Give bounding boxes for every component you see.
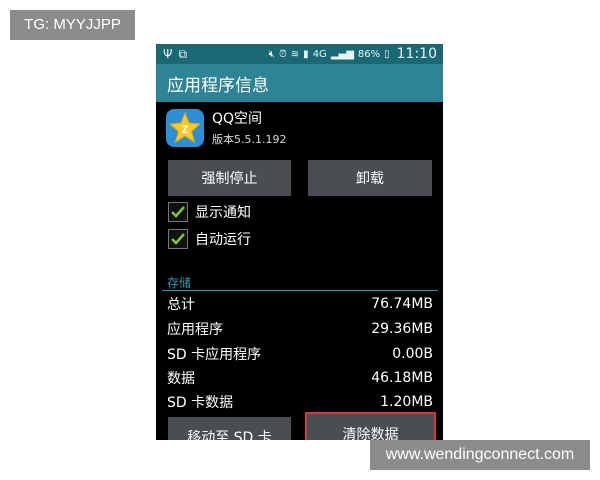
svg-text:Z: Z	[182, 124, 189, 136]
storage-value: 29.36MB	[371, 321, 433, 337]
checkmark-icon	[168, 229, 188, 249]
storage-value: 1.20MB	[380, 394, 433, 410]
show-notifications-checkbox[interactable]: 显示通知	[168, 202, 251, 222]
storage-label: 数据	[167, 371, 195, 387]
sim-icon: ▮	[303, 48, 309, 60]
force-stop-button[interactable]: 强制停止	[168, 160, 291, 196]
watermark-top: TG: MYYJJPP	[10, 10, 135, 40]
app-name: QQ空间	[212, 111, 263, 127]
qzone-star-icon: Z	[166, 108, 204, 147]
usb-icon: Ψ	[163, 47, 173, 61]
storage-row-sd-app: SD 卡应用程序 0.00B	[167, 342, 433, 366]
signal-icon: ▂▄▆	[330, 48, 354, 60]
battery-percent: 86%	[357, 48, 381, 60]
storage-label: SD 卡数据	[167, 395, 234, 411]
clock: 11:10	[396, 46, 437, 62]
title-bar: 应用程序信息	[156, 64, 443, 102]
storage-row-total: 总计 76.74MB	[167, 292, 433, 316]
autorun-label: 自动运行	[195, 232, 251, 248]
alarm-icon: ⏰︎	[278, 48, 287, 60]
storage-value: 46.18MB	[371, 370, 433, 386]
page-title: 应用程序信息	[167, 75, 269, 96]
phone-screen: Ψ ⧉ 🔇︎ ⏰︎ ≋ ▮ 4G ▂▄▆ 86% ▯ 11:10 应用程序信息 …	[156, 44, 443, 440]
storage-label: 应用程序	[167, 322, 223, 338]
checkmark-icon	[168, 202, 188, 222]
network-type-label: 4G	[312, 48, 327, 60]
wifi-icon: ≋	[290, 48, 300, 60]
clear-data-label: 清除数据	[342, 427, 399, 440]
uninstall-button[interactable]: 卸载	[308, 160, 432, 196]
storage-row-data: 数据 46.18MB	[167, 366, 433, 390]
battery-icon: ▯	[384, 48, 390, 60]
storage-label: SD 卡应用程序	[167, 347, 262, 363]
storage-row-app: 应用程序 29.36MB	[167, 317, 433, 341]
section-divider	[162, 290, 438, 291]
storage-value: 0.00B	[392, 346, 433, 362]
autorun-checkbox[interactable]: 自动运行	[168, 229, 251, 249]
storage-value: 76.74MB	[371, 296, 433, 312]
app-version: 版本5.5.1.192	[212, 133, 287, 146]
storage-row-sd-data: SD 卡数据 1.20MB	[167, 390, 433, 414]
storage-label: 总计	[167, 297, 195, 313]
move-to-sd-button[interactable]: 移动至 SD 卡	[168, 417, 291, 440]
screenshot-icon: ⧉	[178, 46, 188, 61]
mute-icon: 🔇︎	[268, 48, 275, 60]
watermark-bottom: www.wendingconnect.com	[370, 440, 590, 470]
show-notifications-label: 显示通知	[195, 205, 251, 221]
status-bar: Ψ ⧉ 🔇︎ ⏰︎ ≋ ▮ 4G ▂▄▆ 86% ▯ 11:10	[156, 44, 443, 64]
app-header: Z QQ空间 版本5.5.1.192	[166, 108, 286, 147]
storage-section-label: 存储	[167, 276, 192, 290]
clear-data-button[interactable]: 清除数据	[305, 412, 436, 440]
